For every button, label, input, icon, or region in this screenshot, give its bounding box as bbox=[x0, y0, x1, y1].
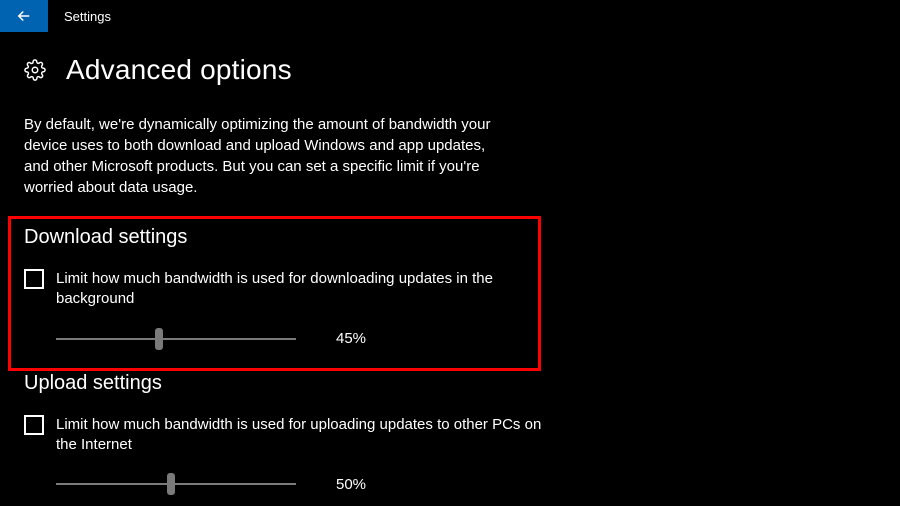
back-button[interactable] bbox=[0, 0, 48, 32]
download-limit-checkbox[interactable] bbox=[24, 269, 44, 289]
download-bandwidth-slider[interactable] bbox=[56, 328, 296, 350]
content-area: Advanced options By default, we're dynam… bbox=[0, 32, 900, 495]
upload-limit-label: Limit how much bandwidth is used for upl… bbox=[56, 415, 544, 456]
page-description: By default, we're dynamically optimizing… bbox=[24, 114, 494, 198]
slider-thumb[interactable] bbox=[167, 473, 175, 495]
download-settings-section: Download settings Limit how much bandwid… bbox=[24, 226, 876, 350]
slider-track bbox=[56, 338, 296, 340]
slider-track bbox=[56, 483, 296, 485]
upload-slider-value: 50% bbox=[336, 476, 366, 493]
upload-settings-heading: Upload settings bbox=[24, 372, 876, 395]
header-bar: Settings bbox=[0, 0, 900, 32]
download-slider-row: 45% bbox=[56, 328, 876, 350]
upload-limit-checkbox-row: Limit how much bandwidth is used for upl… bbox=[24, 415, 544, 456]
upload-settings-section: Upload settings Limit how much bandwidth… bbox=[24, 372, 876, 496]
gear-icon bbox=[24, 59, 46, 81]
download-limit-label: Limit how much bandwidth is used for dow… bbox=[56, 269, 524, 310]
download-slider-value: 45% bbox=[336, 330, 366, 347]
download-limit-checkbox-row: Limit how much bandwidth is used for dow… bbox=[24, 269, 524, 310]
slider-thumb[interactable] bbox=[155, 328, 163, 350]
upload-slider-row: 50% bbox=[56, 473, 876, 495]
upload-limit-checkbox[interactable] bbox=[24, 415, 44, 435]
upload-bandwidth-slider[interactable] bbox=[56, 473, 296, 495]
page-title: Advanced options bbox=[66, 54, 292, 86]
page-title-row: Advanced options bbox=[24, 54, 876, 86]
download-settings-heading: Download settings bbox=[24, 226, 876, 249]
back-arrow-icon bbox=[15, 7, 33, 25]
header-title: Settings bbox=[64, 9, 111, 24]
